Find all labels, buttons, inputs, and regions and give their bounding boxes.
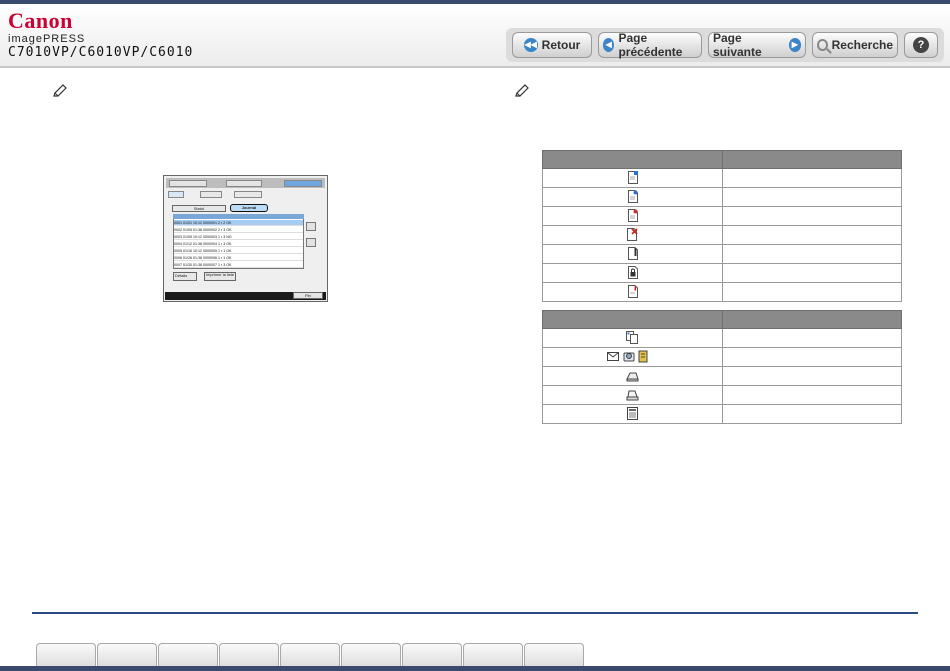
doc-blue-dot-icon	[627, 190, 638, 204]
previous-page-label: Page précédente	[618, 31, 683, 59]
note-pencil-icon	[53, 84, 67, 97]
doc-bar-icon	[627, 247, 638, 261]
back-label: Retour	[541, 38, 581, 52]
table-row	[542, 244, 902, 264]
job-type-icons-table	[542, 310, 902, 424]
screen-job-row: 0006 01/26 01:38 0000006 1 ▪ 1 OK	[174, 255, 303, 261]
table-row	[542, 225, 902, 245]
search-label: Recherche	[831, 38, 893, 52]
screen-job-row: 0004 01/12 01:38 0000004 1 ▪ 3 OK	[174, 241, 303, 247]
table-header-row	[542, 150, 902, 169]
screen-tab	[169, 180, 207, 187]
table-row	[542, 404, 902, 424]
screen-subtab	[168, 191, 184, 198]
navigation-bar: ◀◀ Retour ◀ Page précédente Page suivant…	[506, 28, 944, 62]
screen-job-row: 0005 01/16 10:12 0000005 1 ▪ 1 OK	[174, 248, 303, 254]
arrow-left-icon: ◀	[603, 38, 615, 52]
screen-journal-button: Journal	[230, 204, 268, 212]
screen-tab	[226, 180, 262, 187]
screen-scroll-down	[306, 238, 316, 247]
arrow-right-icon: ▶	[788, 38, 801, 52]
next-page-label: Page suivante	[713, 31, 762, 59]
doc-lock-icon	[627, 266, 638, 280]
model-name: C7010VP/C6010VP/C6010	[8, 45, 194, 60]
printer-tray-icon	[626, 372, 639, 382]
doc-red-mark-icon	[627, 285, 638, 299]
previous-page-button[interactable]: ◀ Page précédente	[598, 31, 702, 59]
product-name: imagePRESS	[8, 33, 86, 45]
next-page-button[interactable]: Page suivante ▶	[708, 31, 806, 59]
header: Canon imagePRESS C7010VP/C6010VP/C6010 ◀…	[0, 4, 950, 68]
brand: Canon imagePRESS C7010VP/C6010VP/C6010	[8, 8, 268, 61]
table-header-row	[542, 310, 902, 329]
status-icons-table	[542, 150, 902, 302]
table-row	[542, 385, 902, 405]
search-button[interactable]: Recherche	[812, 32, 898, 58]
screen-close-button: Fin	[293, 292, 323, 299]
doc-red-dot-icon	[627, 209, 638, 223]
back-button[interactable]: ◀◀ Retour	[512, 32, 592, 58]
canon-logo: Canon	[8, 8, 73, 33]
screen-job-row: 0007 01/30 01:38 0000007 1 ▪ 3 OK	[174, 262, 303, 268]
table-row	[542, 206, 902, 226]
note-pencil-icon	[515, 84, 529, 97]
rewind-icon: ◀◀	[523, 38, 538, 52]
screen-subtab	[200, 191, 222, 198]
screen-job-row: 0001 01/01 10:12 0000001 2 ▪ 2 OK	[174, 220, 303, 226]
help-icon: ?	[913, 37, 929, 53]
screen-tab-selected	[284, 180, 322, 187]
printer-icon	[626, 390, 639, 401]
footer-divider	[32, 612, 918, 614]
doc-blue-icon	[627, 171, 638, 185]
screen-job-row: 0003 01/05 10:12 0000003 1 ▪ 3 NG	[174, 234, 303, 240]
table-row	[542, 282, 902, 302]
screen-print-list-button: Imprimer la liste	[204, 272, 236, 281]
help-button[interactable]: ?	[904, 32, 938, 58]
fax-network-icon	[606, 350, 647, 363]
screen-job-row: 0002 01/05 01:38 0000002 2 ▪ 3 OK	[174, 227, 303, 233]
table-row	[542, 328, 902, 348]
screen-subtab	[234, 191, 262, 198]
calculator-icon	[627, 407, 638, 421]
table-row	[542, 366, 902, 386]
table-row	[542, 263, 902, 283]
device-screen-screenshot: Statut Journal 0001 01/01 10:12 0000001 …	[163, 175, 328, 302]
screen-tab-bar	[166, 178, 325, 188]
screen-details-button: Détails	[173, 272, 197, 281]
table-row	[542, 187, 902, 207]
search-icon	[817, 39, 828, 51]
bottom-stripe	[0, 666, 950, 671]
screen-status-button: Statut	[172, 205, 226, 212]
table-row	[542, 347, 902, 367]
screen-scroll-up	[306, 222, 316, 231]
doc-x-icon	[627, 228, 638, 242]
screen-job-list-header	[173, 214, 304, 219]
table-row	[542, 168, 902, 188]
copy-stack-icon	[626, 331, 638, 345]
